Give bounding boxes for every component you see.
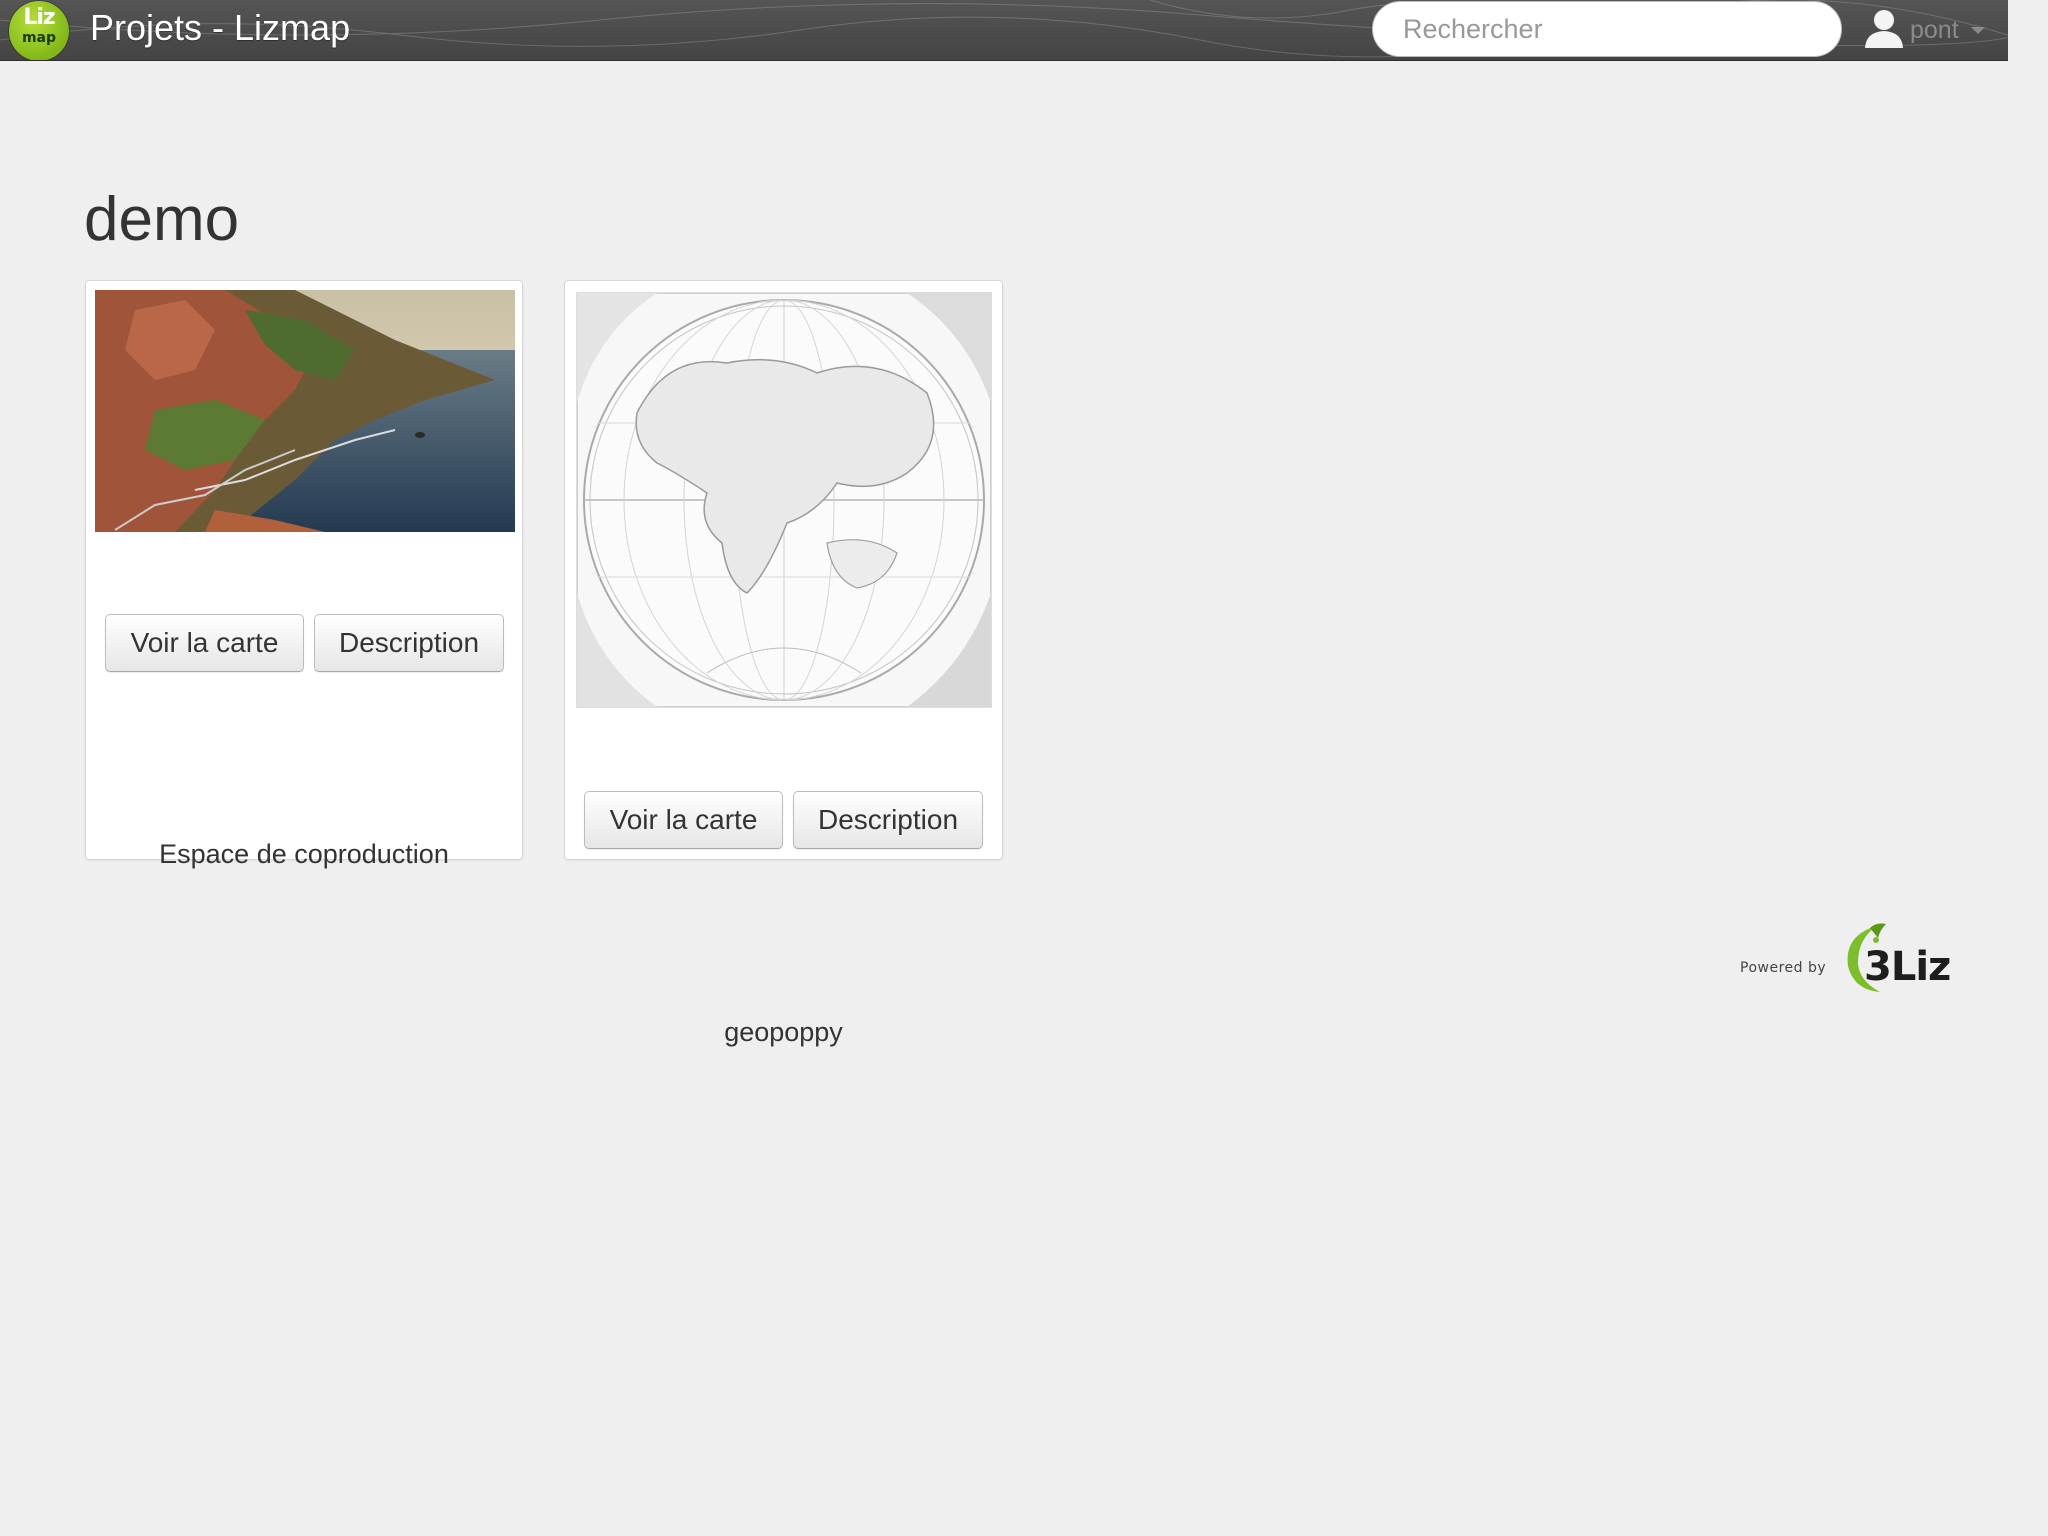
project-thumbnail[interactable]	[576, 292, 992, 708]
project-name: geopoppy	[724, 1017, 843, 1047]
page-title[interactable]: Projets - Lizmap	[90, 6, 350, 50]
user-icon	[1865, 10, 1903, 48]
view-map-button[interactable]: Voir la carte	[105, 614, 304, 672]
lizmap-logo[interactable]: Liz map	[9, 1, 69, 60]
project-name: Espace de coproduction	[159, 839, 449, 869]
description-button[interactable]: Description	[793, 791, 983, 849]
logo-text-bottom: map	[21, 30, 57, 46]
user-name: pont	[1910, 16, 1959, 44]
description-button[interactable]: Description	[314, 614, 504, 672]
project-card: Espace de coproduction Voir la carte Des…	[85, 280, 523, 869]
top-navbar: Liz map Projets - Lizmap pont	[0, 0, 2008, 61]
coastal-landscape-photo	[95, 290, 515, 532]
powered-by-3liz[interactable]: Powered by 3Liz	[1740, 916, 1970, 996]
caret-down-icon	[1970, 27, 1985, 34]
section-title: demo	[84, 185, 240, 254]
view-map-button[interactable]: Voir la carte	[584, 791, 783, 849]
user-menu[interactable]: pont	[1862, 6, 1985, 54]
project-card: geopoppy Voir la carte Description	[564, 280, 1003, 1047]
logo-text-top: Liz	[23, 5, 55, 30]
antique-world-map	[577, 293, 991, 707]
search-input[interactable]	[1372, 1, 1842, 57]
powered-by-label: Powered by	[1740, 960, 1827, 976]
project-thumbnail[interactable]	[95, 290, 515, 532]
3liz-brand-text: 3Liz	[1864, 944, 1951, 990]
